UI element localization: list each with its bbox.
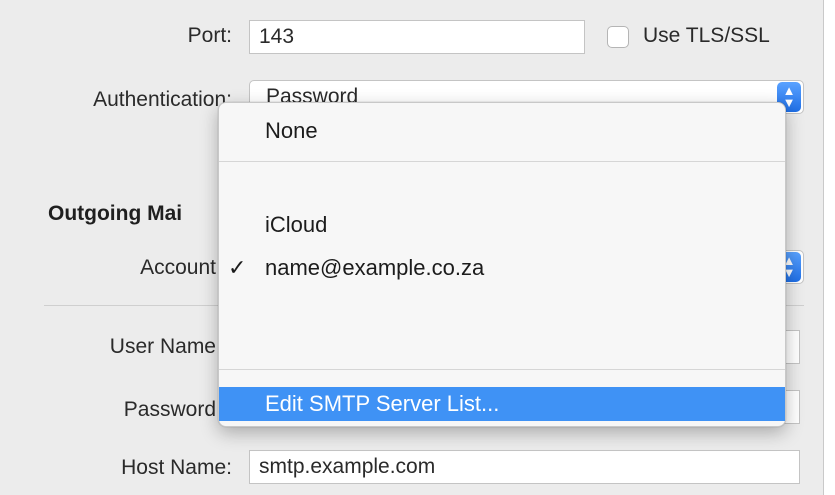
authentication-label: Authentication: bbox=[93, 88, 232, 111]
port-label: Port: bbox=[187, 24, 232, 47]
user-name-label: User Name bbox=[109, 335, 216, 358]
menu-item-none[interactable]: None bbox=[219, 111, 785, 151]
menu-item-edit-smtp-server-list[interactable]: Edit SMTP Server List... bbox=[219, 387, 785, 421]
menu-item-icloud[interactable]: iCloud bbox=[219, 205, 785, 245]
smtp-server-menu: None iCloud ✓ name@example.co.za Edit SM… bbox=[218, 102, 786, 427]
account-label: Account bbox=[140, 256, 216, 279]
host-name-field[interactable]: smtp.example.com bbox=[249, 450, 800, 484]
menu-item-label: None bbox=[265, 118, 318, 143]
menu-item-label: name@example.co.za bbox=[265, 255, 485, 280]
password-label: Password bbox=[123, 398, 216, 421]
use-tls-checkbox[interactable] bbox=[607, 26, 629, 48]
menu-item-label: iCloud bbox=[265, 212, 328, 237]
checkmark-icon: ✓ bbox=[228, 255, 247, 280]
menu-separator bbox=[219, 161, 785, 162]
outgoing-mail-title: Outgoing Mai bbox=[48, 202, 183, 225]
use-tls-label: Use TLS/SSL bbox=[643, 24, 770, 47]
menu-item-account[interactable]: ✓ name@example.co.za bbox=[219, 248, 785, 288]
port-field[interactable]: 143 bbox=[249, 20, 585, 54]
host-name-label: Host Name: bbox=[121, 456, 232, 479]
menu-separator bbox=[219, 369, 785, 370]
menu-item-label: Edit SMTP Server List... bbox=[265, 391, 500, 416]
